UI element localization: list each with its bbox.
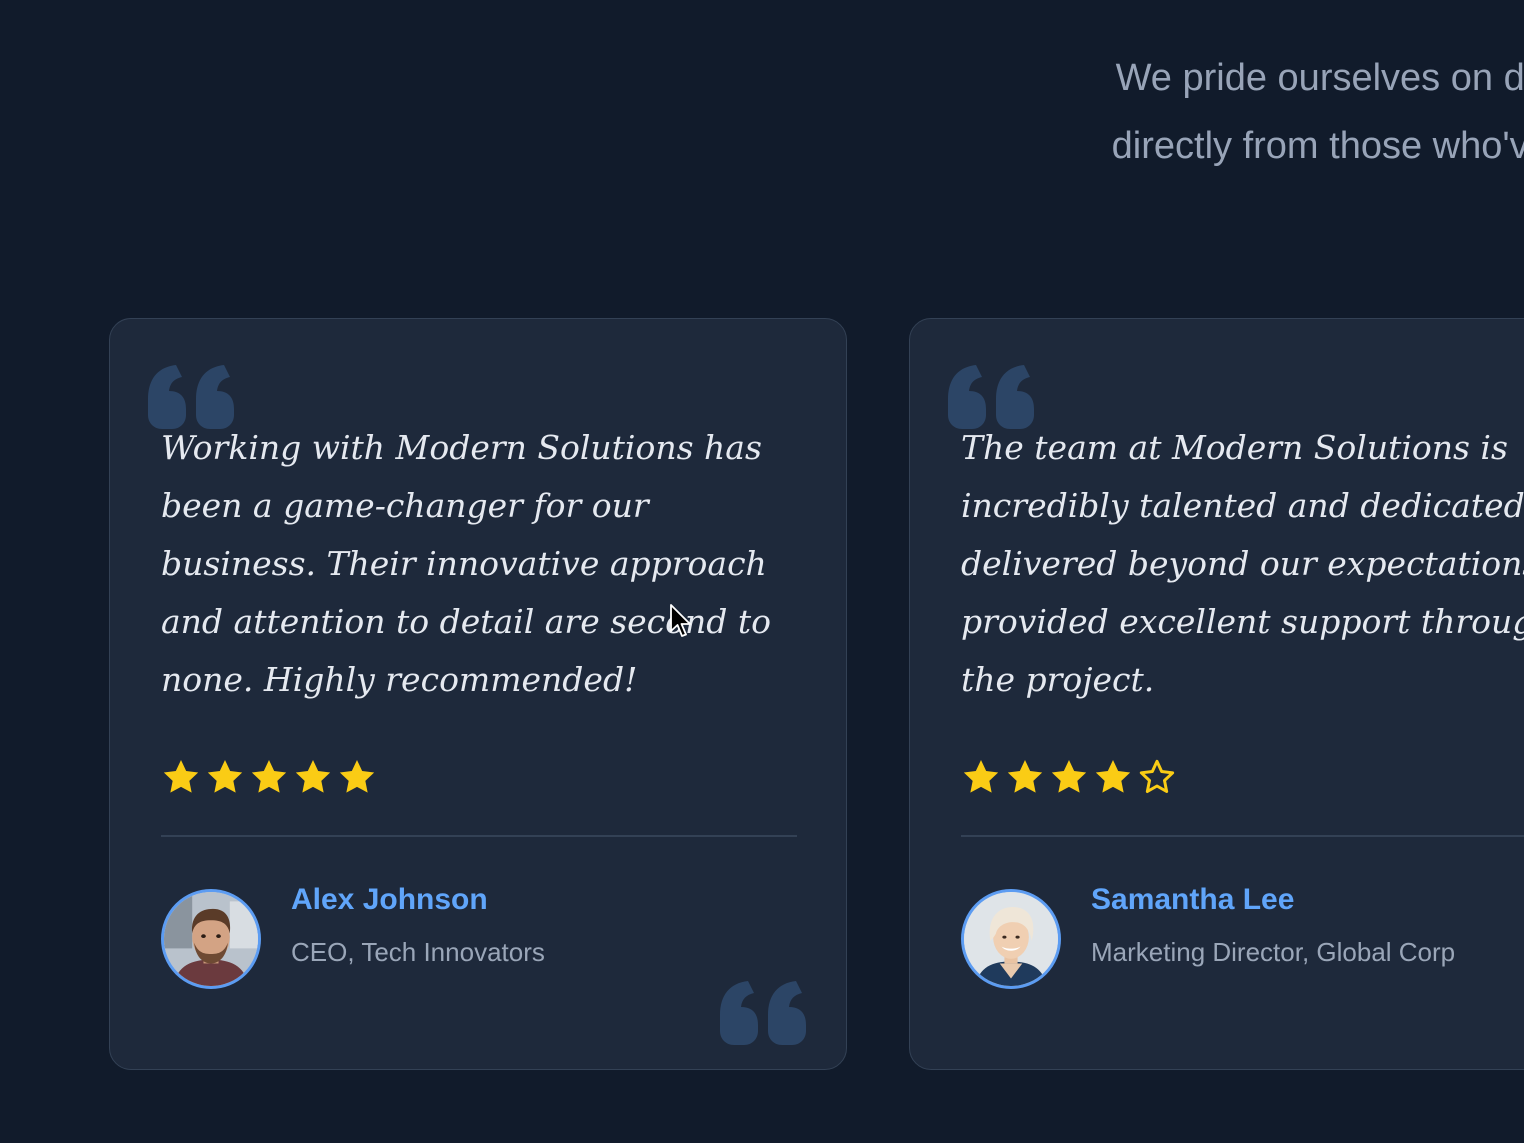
star-outline-icon xyxy=(1139,759,1175,793)
author-role: Marketing Director, Global Corp xyxy=(1091,937,1456,967)
author-role: CEO, Tech Innovators xyxy=(291,937,545,967)
testimonial-card: The team at Modern Solutions is incredib… xyxy=(909,318,1524,1070)
testimonial-quote: Working with Modern Solutions has been a… xyxy=(161,428,772,699)
star-filled-icon xyxy=(339,760,375,793)
author-name: Alex Johnson xyxy=(291,883,488,916)
avatar xyxy=(161,889,261,989)
star-filled-icon xyxy=(207,760,243,793)
quote-mark-icon xyxy=(720,981,806,1045)
star-filled-icon xyxy=(251,760,287,793)
rating-stars xyxy=(961,757,1177,797)
star-filled-icon xyxy=(1007,760,1043,793)
card-divider xyxy=(961,835,1524,837)
testimonial-quote: The team at Modern Solutions is incredib… xyxy=(961,428,1524,699)
star-filled-icon xyxy=(1095,760,1131,793)
avatar xyxy=(961,889,1061,989)
testimonials-section: We pride ourselves on delivering excepti… xyxy=(0,0,1524,1143)
avatar-photo xyxy=(164,892,258,986)
star-filled-icon xyxy=(295,760,331,793)
card-divider xyxy=(161,835,797,837)
rating-stars xyxy=(161,757,377,797)
testimonial-card: Working with Modern Solutions has been a… xyxy=(109,318,847,1070)
author-name: Samantha Lee xyxy=(1091,883,1295,916)
avatar-photo xyxy=(964,892,1058,986)
star-filled-icon xyxy=(163,760,199,793)
intro-line-1: We pride ourselves on delivering excepti… xyxy=(1115,57,1524,99)
mouse-pointer-icon xyxy=(670,604,691,637)
intro-line-2: directly from those who've experienced t… xyxy=(1111,125,1524,167)
section-intro: We pride ourselves on delivering excepti… xyxy=(0,44,1524,180)
star-filled-icon xyxy=(1051,760,1087,793)
star-filled-icon xyxy=(963,760,999,793)
